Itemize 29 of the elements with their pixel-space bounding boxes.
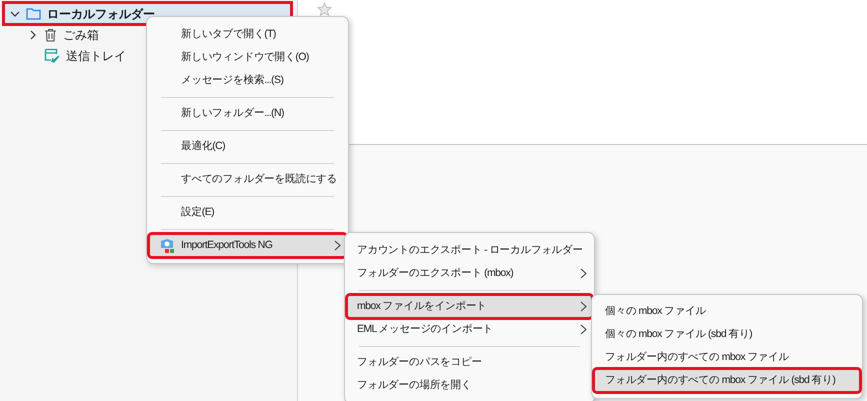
menu-item[interactable]: フォルダー内のすべての mbox ファイル (sbd 有り) xyxy=(594,369,860,392)
menu-item[interactable]: 個々の mbox ファイル xyxy=(594,300,860,323)
menu-item[interactable]: アカウントのエクスポート - ローカルフォルダー xyxy=(347,239,592,262)
menu-item[interactable]: 新しいタブで開く(T) xyxy=(149,23,346,46)
menu-item[interactable]: 個々の mbox ファイル (sbd 有り) xyxy=(594,323,860,346)
folder-label: 送信トレイ xyxy=(66,48,126,64)
menu-item[interactable]: 新しいウィンドウで開く(O) xyxy=(149,46,346,69)
menu-item[interactable]: mbox ファイルをインポート xyxy=(347,295,592,318)
menu-item[interactable]: メッセージを検索...(S) xyxy=(149,69,346,92)
folder-row[interactable]: 送信トレイ xyxy=(28,45,134,66)
menu-item[interactable]: ImportExportTools NG xyxy=(149,234,346,257)
star-icon[interactable] xyxy=(317,2,332,17)
menu-item[interactable]: EML メッセージのインポート xyxy=(347,318,592,341)
folder-label: ローカルフォルダー xyxy=(47,6,155,22)
menu-item[interactable]: フォルダー内のすべての mbox ファイル xyxy=(594,346,860,369)
folder-row[interactable]: ごみ箱 xyxy=(28,24,107,45)
menu-item[interactable]: すべてのフォルダーを既読にする xyxy=(149,168,346,191)
outbox-icon xyxy=(44,48,60,63)
menu-item[interactable]: フォルダーの場所を開く xyxy=(347,374,592,397)
menu-item[interactable]: 新しいフォルダー...(N) xyxy=(149,102,346,125)
expand-chevron-icon[interactable] xyxy=(28,30,38,40)
menu-item[interactable]: フォルダーのエクスポート (mbox) xyxy=(347,262,592,285)
folder-label: ごみ箱 xyxy=(63,26,99,44)
menu-item[interactable]: フォルダーのパスをコピー xyxy=(347,351,592,374)
trash-icon xyxy=(44,28,57,42)
menu-item[interactable]: 設定(E) xyxy=(149,201,346,224)
folder-icon xyxy=(26,7,41,20)
menu-item[interactable]: 最適化(C) xyxy=(149,135,346,158)
collapse-chevron-icon[interactable] xyxy=(10,8,20,18)
